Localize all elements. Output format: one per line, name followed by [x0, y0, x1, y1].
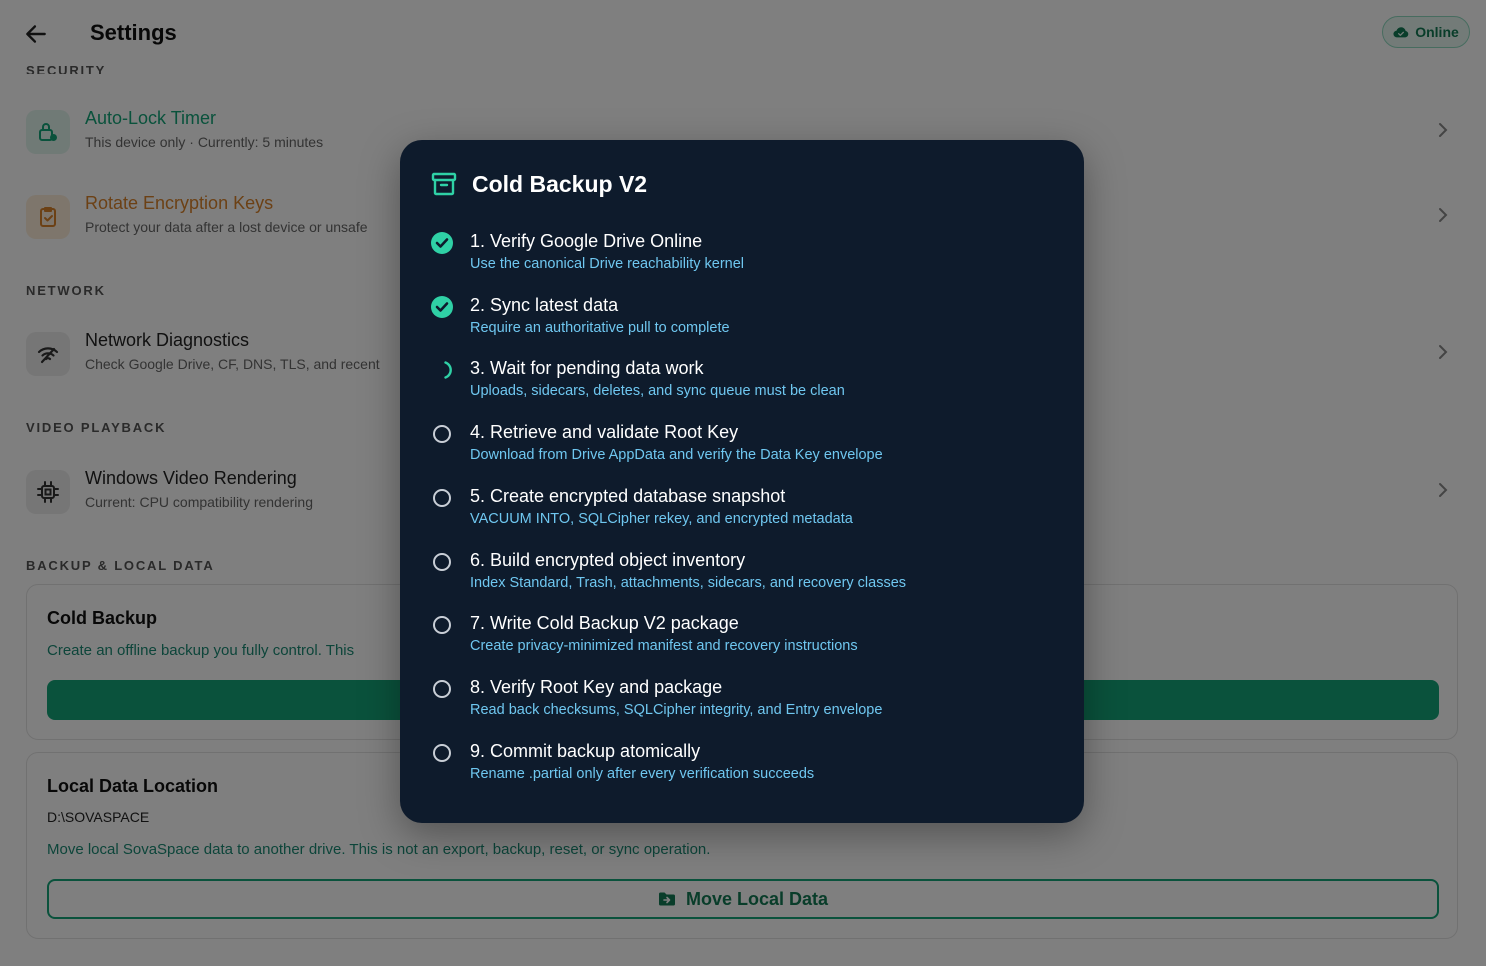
step-title: 3. Wait for pending data work — [470, 358, 704, 378]
step-6: 6. Build encrypted object inventory Inde… — [430, 550, 1060, 606]
step-pending-icon — [430, 613, 454, 637]
step-pending-icon — [430, 677, 454, 701]
step-title: 4. Retrieve and validate Root Key — [470, 422, 739, 442]
step-subtitle: Rename .partial only after every verific… — [470, 766, 815, 782]
step-pending-icon — [430, 486, 454, 510]
step-title: 7. Write Cold Backup V2 package — [470, 613, 739, 633]
step-title: 2. Sync latest data — [470, 295, 619, 315]
step-8: 8. Verify Root Key and package Read back… — [430, 677, 1060, 733]
step-title: 8. Verify Root Key and package — [470, 677, 723, 697]
step-subtitle: VACUUM INTO, SQLCipher rekey, and encryp… — [470, 511, 853, 527]
step-done-icon — [430, 295, 454, 319]
modal-header: Cold Backup V2 — [430, 170, 647, 198]
step-spinner-icon — [430, 358, 454, 382]
step-subtitle: Read back checksums, SQLCipher integrity… — [470, 702, 883, 718]
step-title: 6. Build encrypted object inventory — [470, 550, 746, 570]
step-subtitle: Require an authoritative pull to complet… — [470, 320, 730, 336]
step-2: 2. Sync latest data Require an authorita… — [430, 295, 1060, 351]
step-subtitle: Download from Drive AppData and verify t… — [470, 447, 883, 463]
step-3: 3. Wait for pending data work Uploads, s… — [430, 358, 1060, 414]
step-pending-icon — [430, 550, 454, 574]
step-9: 9. Commit backup atomically Rename .part… — [430, 741, 1060, 797]
step-subtitle: Create privacy-minimized manifest and re… — [470, 638, 858, 654]
archive-icon — [431, 172, 457, 196]
step-subtitle: Use the canonical Drive reachability ker… — [470, 256, 745, 272]
step-title: 5. Create encrypted database snapshot — [470, 486, 786, 506]
step-5: 5. Create encrypted database snapshot VA… — [430, 486, 1060, 542]
step-pending-icon — [430, 741, 454, 765]
step-4: 4. Retrieve and validate Root Key Downlo… — [430, 422, 1060, 478]
step-title: 9. Commit backup atomically — [470, 741, 701, 761]
step-7: 7. Write Cold Backup V2 package Create p… — [430, 613, 1060, 669]
modal-title: Cold Backup V2 — [472, 170, 648, 197]
cold-backup-v2-dialog: Cold Backup V2 1. Verify Google Drive On… — [400, 140, 1084, 823]
step-title: 1. Verify Google Drive Online — [470, 231, 703, 251]
step-subtitle: Uploads, sidecars, deletes, and sync que… — [470, 383, 845, 399]
step-done-icon — [430, 231, 454, 255]
step-1: 1. Verify Google Drive Online Use the ca… — [430, 231, 1060, 287]
step-pending-icon — [430, 422, 454, 446]
step-subtitle: Index Standard, Trash, attachments, side… — [470, 575, 907, 591]
